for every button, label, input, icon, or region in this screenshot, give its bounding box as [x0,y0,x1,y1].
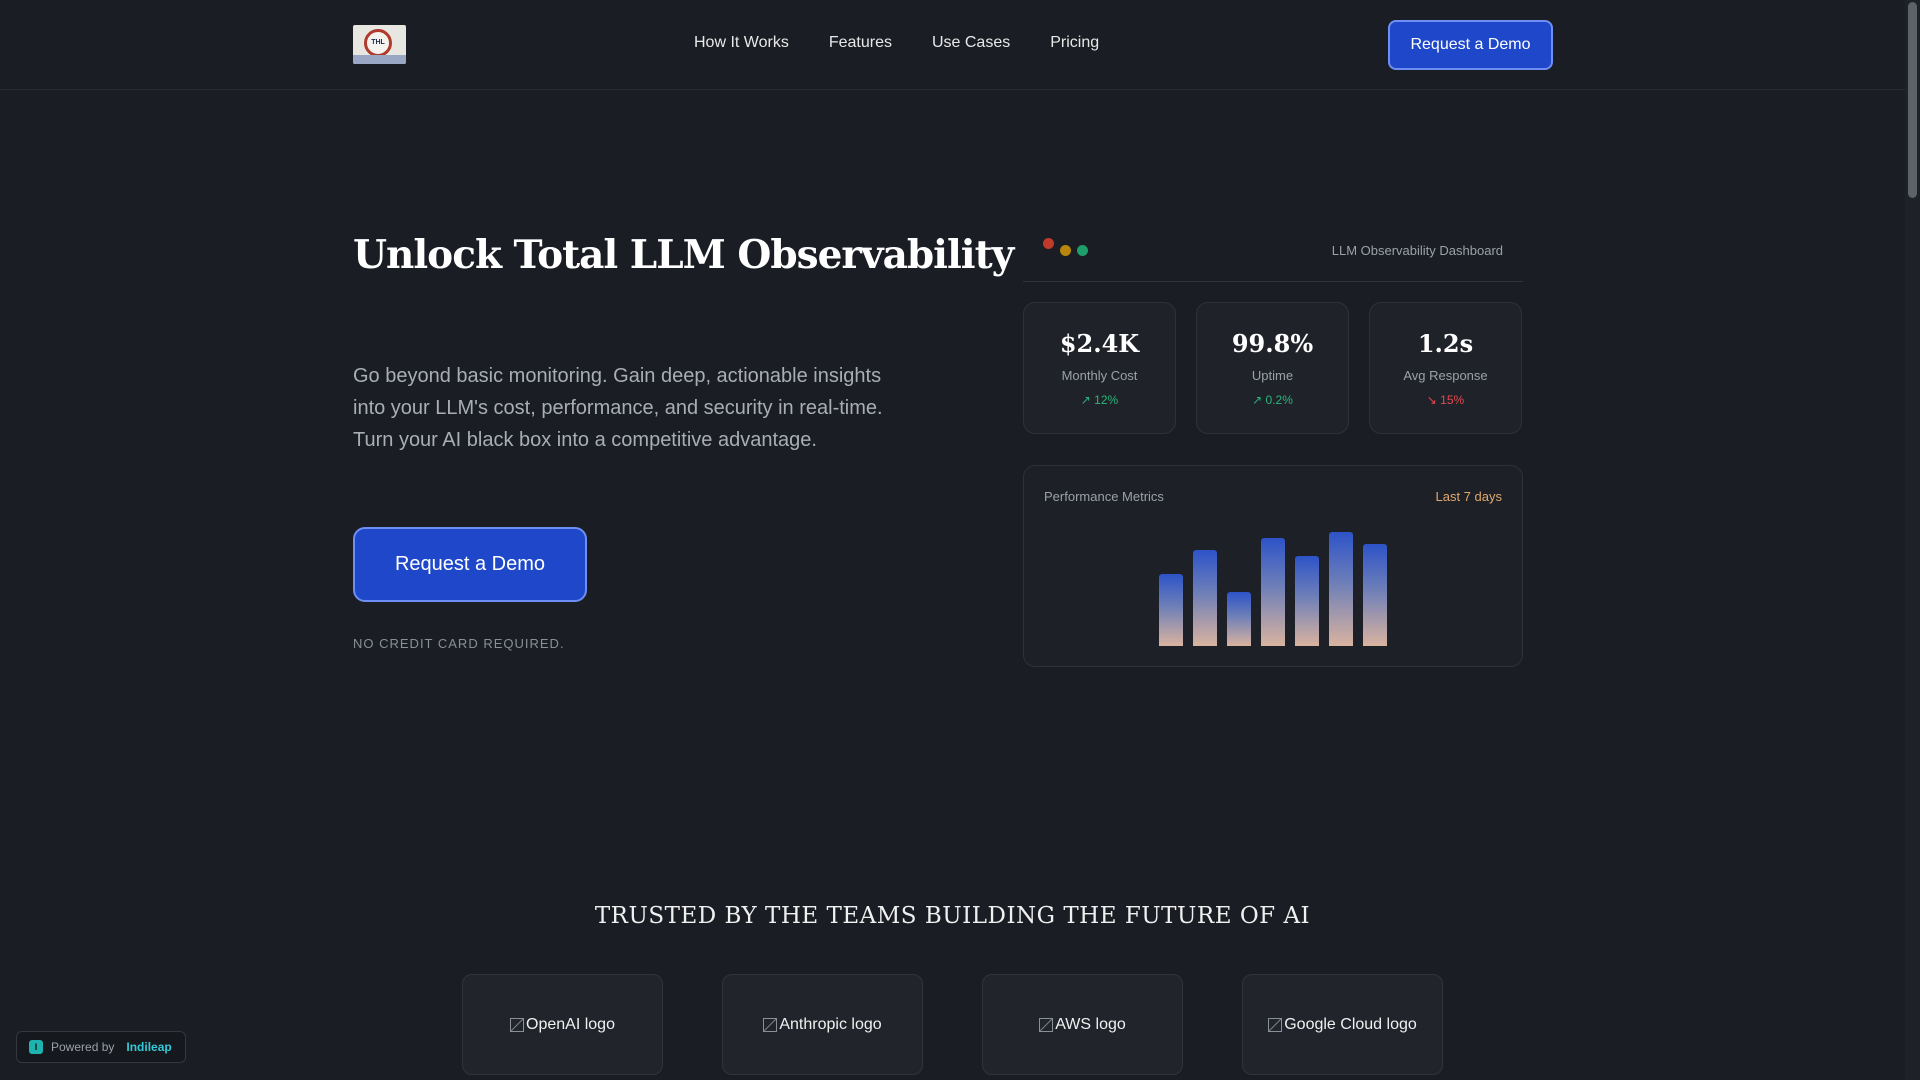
window-dot-green [1077,245,1088,256]
page-scrollbar[interactable] [1905,0,1920,1080]
metric-value: $2.4K [1059,329,1140,358]
nav-links: How It Works Features Use Cases Pricing [694,34,1139,52]
powered-by-label: Powered by [51,1040,115,1054]
performance-bar-3 [1227,592,1251,646]
metric-change: ↗ 12% [1080,393,1119,407]
nav-link-how-it-works[interactable]: How It Works [694,34,789,52]
hero-subtitle: Go beyond basic monitoring. Gain deep, a… [353,365,883,451]
dashboard-title: LLM Observability Dashboard [1331,243,1503,258]
performance-bar-7 [1363,544,1387,646]
logo-emblem: THL [364,29,392,57]
logo-text: THL [371,39,385,46]
hero-request-demo-button[interactable]: Request a Demo [353,527,587,602]
performance-bar-2 [1193,550,1217,646]
metric-card-uptime: 99.8% Uptime ↗ 0.2% [1196,302,1349,434]
scrollbar-thumb[interactable] [1908,2,1917,198]
trusted-by-heading: TRUSTED BY THE TEAMS BUILDING THE FUTURE… [594,903,1311,929]
metric-value: 1.2s [1417,329,1474,358]
performance-bar-5 [1295,556,1319,646]
metric-label: Avg Response [1403,368,1488,383]
metric-value: 99.8% [1231,329,1314,358]
metric-label: Uptime [1251,368,1294,383]
metric-card-monthly-cost: $2.4K Monthly Cost ↗ 12% [1023,302,1176,434]
performance-bar-1 [1159,574,1183,646]
performance-metrics-panel: Performance Metrics Last 7 days [1023,465,1523,667]
performance-title: Performance Metrics [1044,489,1164,504]
indileap-icon: I [29,1040,43,1054]
partner-alt-text: Anthropic logo [779,1015,882,1033]
no-credit-card-note: NO CREDIT CARD REQUIRED. [353,636,565,651]
partner-logo-google-cloud: Google Cloud logo [1242,974,1443,1075]
broken-image-icon [763,1017,778,1032]
performance-range[interactable]: Last 7 days [1436,489,1503,504]
partner-logo-anthropic: Anthropic logo [722,974,923,1075]
powered-by-badge[interactable]: I Powered by Indileap [16,1031,186,1063]
hero-title: Unlock Total LLM Observability [353,232,1014,278]
partner-logo-openai: OpenAI logo [462,974,663,1075]
broken-image-icon [1039,1017,1054,1032]
partner-logo-aws: AWS logo [982,974,1183,1075]
top-navbar: THL How It Works Features Use Cases Pric… [0,0,1905,90]
performance-bar-6 [1329,532,1353,646]
metric-change: ↘ 15% [1426,393,1465,407]
window-dot-red [1043,238,1054,249]
partner-alt-text: Google Cloud logo [1284,1015,1417,1033]
metric-change: ↗ 0.2% [1252,393,1293,407]
partner-alt-text: OpenAI logo [526,1015,615,1033]
powered-by-brand: Indileap [126,1040,172,1054]
partner-alt-text: AWS logo [1055,1015,1126,1033]
metric-label: Monthly Cost [1061,368,1138,383]
nav-link-use-cases[interactable]: Use Cases [932,34,1010,52]
window-dot-yellow [1060,245,1071,256]
logo-band [353,55,406,64]
broken-image-icon [1268,1017,1283,1032]
broken-image-icon [510,1017,525,1032]
nav-request-demo-button[interactable]: Request a Demo [1388,20,1553,70]
nav-link-pricing[interactable]: Pricing [1050,34,1099,52]
metric-card-avg-response: 1.2s Avg Response ↘ 15% [1369,302,1522,434]
nav-link-features[interactable]: Features [829,34,892,52]
performance-bar-4 [1261,538,1285,646]
dashboard-header: LLM Observability Dashboard [1023,233,1523,282]
company-logo[interactable]: THL [353,25,406,64]
